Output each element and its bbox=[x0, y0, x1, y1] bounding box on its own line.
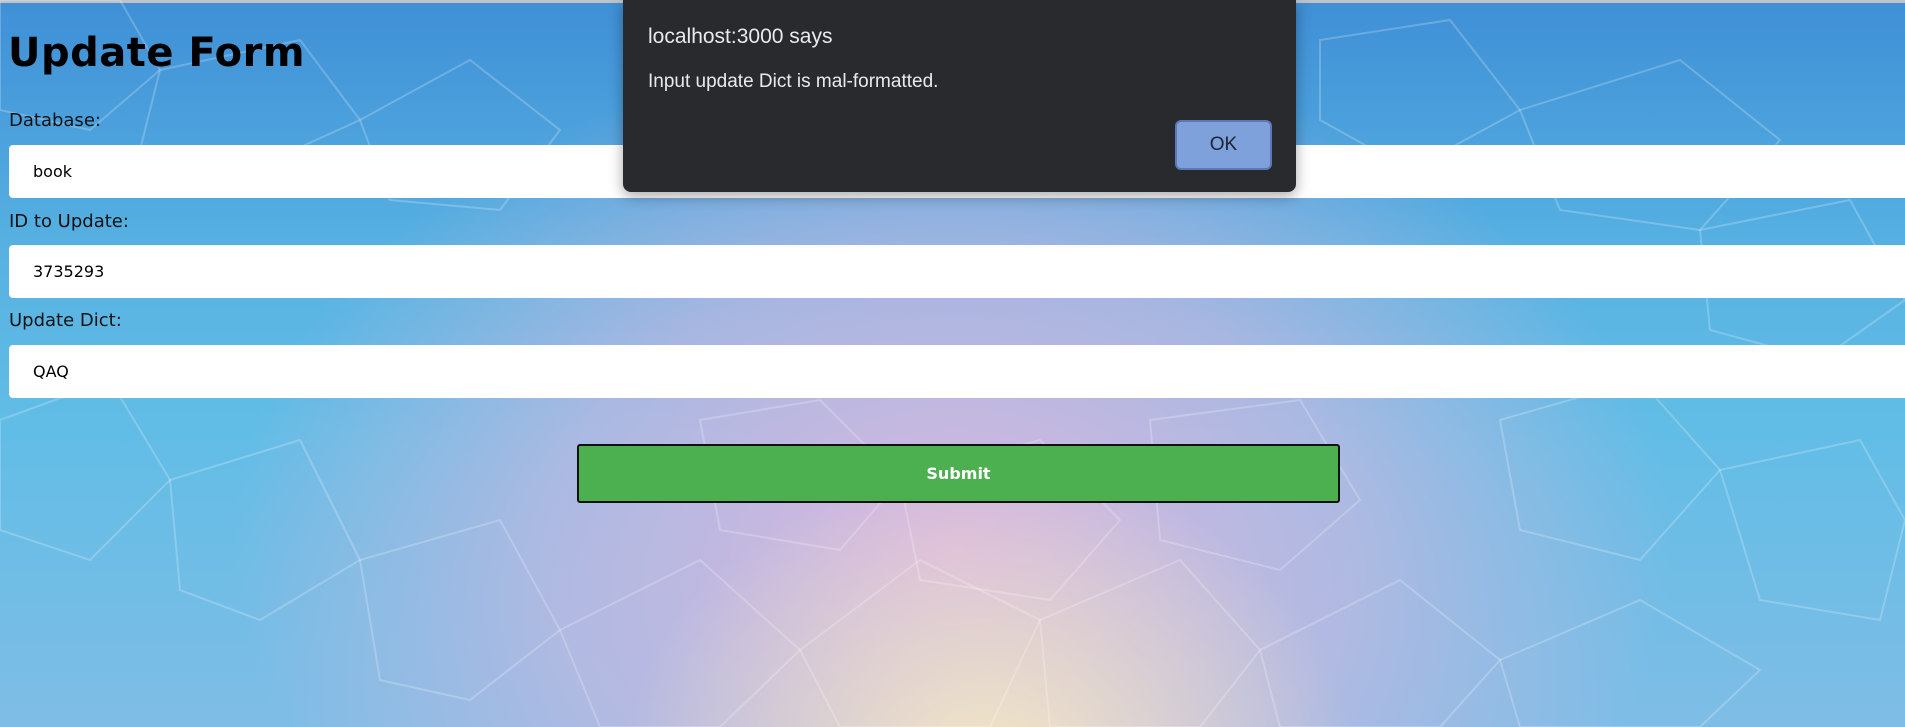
update-dict-input-value: QAQ bbox=[33, 362, 69, 381]
alert-dialog-title: localhost:3000 says bbox=[648, 25, 833, 48]
database-input-value: book bbox=[33, 162, 72, 181]
id-to-update-input-value: 3735293 bbox=[33, 262, 105, 281]
alert-dialog: localhost:3000 says Input update Dict is… bbox=[623, 0, 1296, 192]
id-to-update-label: ID to Update: bbox=[9, 211, 129, 232]
id-to-update-input[interactable]: 3735293 bbox=[9, 245, 1905, 298]
alert-dialog-message: Input update Dict is mal-formatted. bbox=[648, 71, 939, 92]
submit-button[interactable]: Submit bbox=[577, 444, 1340, 503]
update-dict-input[interactable]: QAQ bbox=[9, 345, 1905, 398]
ok-button[interactable]: OK bbox=[1175, 120, 1272, 170]
update-dict-label: Update Dict: bbox=[9, 310, 122, 331]
database-label: Database: bbox=[9, 110, 101, 131]
page-title: Update Form bbox=[8, 30, 306, 76]
